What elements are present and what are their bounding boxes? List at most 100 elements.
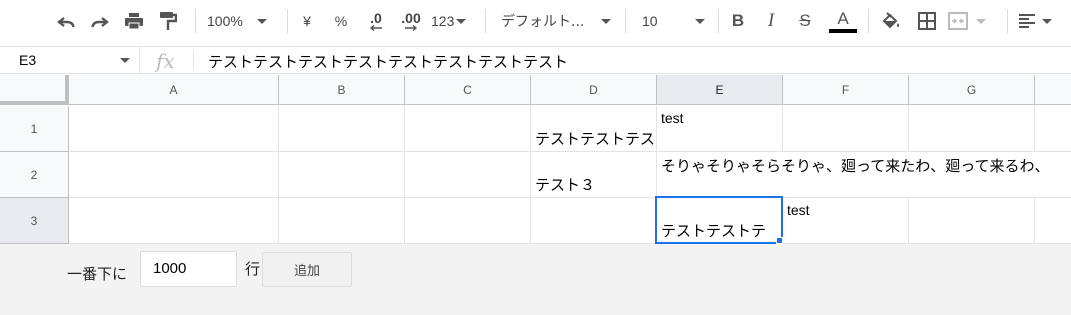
toolbar-divider: [718, 9, 719, 33]
more-formats-button[interactable]: 123: [431, 6, 475, 36]
arrow-right-icon: [405, 25, 418, 31]
chevron-down-icon: [120, 58, 130, 63]
cell-d3[interactable]: [531, 198, 657, 244]
toolbar-divider: [485, 9, 486, 33]
decrease-decimal-label: .0: [370, 10, 382, 26]
toolbar-divider: [625, 9, 626, 33]
cell-f1[interactable]: [783, 106, 909, 152]
increase-decimal-button[interactable]: .00: [396, 6, 426, 36]
cell-b1[interactable]: [279, 106, 405, 152]
font-family-select[interactable]: デフォルト...: [501, 6, 613, 36]
decrease-decimal-button[interactable]: .0: [362, 6, 390, 36]
undo-icon[interactable]: [52, 6, 80, 36]
column-header-a[interactable]: A: [69, 75, 279, 105]
more-formats-label: 123: [431, 13, 455, 29]
chevron-down-icon: [695, 19, 705, 24]
toolbar: 100% ¥ % .0 .00 123 デフォルト... 10 B I S A: [0, 0, 1071, 42]
row-header-1[interactable]: 1: [0, 106, 69, 152]
row-unit-label: 行: [245, 260, 261, 278]
cell-e1-text: test: [661, 110, 684, 126]
add-rows-bar: 一番下に 1000 行 追加: [0, 244, 1071, 315]
increase-decimal-label: .00: [401, 10, 421, 26]
cell-a1[interactable]: [69, 106, 279, 152]
cell-d2-text: テスト３: [535, 176, 596, 194]
italic-label: I: [767, 10, 775, 31]
column-header-b[interactable]: B: [279, 75, 405, 105]
chevron-down-icon: [601, 19, 611, 24]
chevron-down-icon: [256, 18, 267, 24]
cell-e3-text: テストテストテ: [661, 222, 767, 240]
name-box-value: E3: [19, 52, 37, 68]
text-color-button[interactable]: A: [828, 6, 858, 36]
align-left-icon: [1019, 14, 1035, 28]
add-rows-button[interactable]: 追加: [262, 252, 352, 287]
column-header-e[interactable]: E: [657, 75, 783, 105]
row-header-3[interactable]: 3: [0, 198, 69, 244]
print-icon[interactable]: [120, 6, 148, 36]
zoom-select[interactable]: 100%: [207, 6, 277, 36]
font-size-value: 10: [642, 13, 658, 29]
cell-d2[interactable]: テスト３: [531, 152, 657, 198]
paint-format-icon[interactable]: [154, 6, 182, 36]
cell-c1[interactable]: [405, 106, 531, 152]
horizontal-align-button[interactable]: [1018, 6, 1062, 36]
cell-d1-text: テストテストテス: [535, 130, 656, 148]
row-count-input[interactable]: 1000: [140, 251, 237, 287]
percent-format-button[interactable]: %: [330, 6, 352, 36]
currency-label: ¥: [303, 13, 311, 29]
chevron-down-icon: [456, 18, 467, 24]
cell-d1[interactable]: テストテストテス: [531, 106, 657, 152]
toolbar-divider: [195, 9, 196, 33]
borders-icon[interactable]: [914, 6, 940, 36]
column-header-d[interactable]: D: [531, 75, 657, 105]
strikethrough-label: S: [799, 11, 811, 30]
fill-handle[interactable]: [776, 237, 783, 244]
chevron-down-icon: [1042, 18, 1052, 24]
cell-b2[interactable]: [279, 152, 405, 198]
zoom-value: 100%: [207, 13, 243, 29]
cell-c3[interactable]: [405, 198, 531, 244]
formula-input[interactable]: テストテストテストテストテストテストテストテスト: [208, 51, 568, 72]
cell-a3[interactable]: [69, 198, 279, 244]
cell-e3[interactable]: テストテストテ: [657, 198, 783, 244]
column-header-g[interactable]: G: [909, 75, 1035, 105]
fill-color-icon[interactable]: [878, 6, 904, 36]
cell-g3[interactable]: [909, 198, 1035, 244]
bold-label: B: [731, 11, 745, 30]
toolbar-divider: [868, 9, 869, 33]
formula-divider: [193, 51, 194, 70]
name-box[interactable]: E3: [0, 47, 140, 74]
fx-icon: fx: [156, 49, 175, 73]
cell-e2-text: そりゃそりゃそらそりゃ、廻って来たわ、廻って来るわ、: [661, 157, 1050, 175]
text-color-label: A: [837, 8, 849, 28]
cell-b3[interactable]: [279, 198, 405, 244]
cell-h3[interactable]: [1035, 198, 1071, 244]
toolbar-divider: [287, 9, 288, 33]
italic-button[interactable]: I: [760, 6, 782, 36]
spreadsheet-grid: A B C D E F G 1 2 3 テストテストテス test テスト３ そ…: [0, 75, 1071, 244]
toolbar-divider: [1007, 9, 1008, 33]
cell-f3[interactable]: test: [783, 198, 909, 244]
select-all-corner[interactable]: [0, 75, 69, 105]
font-family-value: デフォルト...: [501, 14, 585, 30]
font-size-select[interactable]: 10: [642, 6, 708, 36]
row-header-2[interactable]: 2: [0, 152, 69, 198]
merge-cells-button[interactable]: [948, 6, 996, 36]
cell-a2[interactable]: [69, 152, 279, 198]
text-color-bar: [829, 28, 857, 33]
arrow-left-icon: [369, 25, 382, 31]
cell-g1[interactable]: [909, 106, 1035, 152]
bold-button[interactable]: B: [727, 6, 749, 36]
redo-icon[interactable]: [86, 6, 114, 36]
column-header-h[interactable]: [1035, 75, 1071, 105]
currency-format-button[interactable]: ¥: [296, 6, 318, 36]
strikethrough-button[interactable]: S: [794, 6, 816, 36]
column-header-c[interactable]: C: [405, 75, 531, 105]
cell-f3-text: test: [787, 202, 810, 218]
formula-bar: E3 fx テストテストテストテストテストテストテストテスト: [0, 46, 1071, 74]
percent-label: %: [334, 13, 348, 29]
cell-h1[interactable]: [1035, 106, 1071, 152]
column-header-f[interactable]: F: [783, 75, 909, 105]
cell-c2[interactable]: [405, 152, 531, 198]
cell-e1[interactable]: test: [657, 106, 783, 152]
